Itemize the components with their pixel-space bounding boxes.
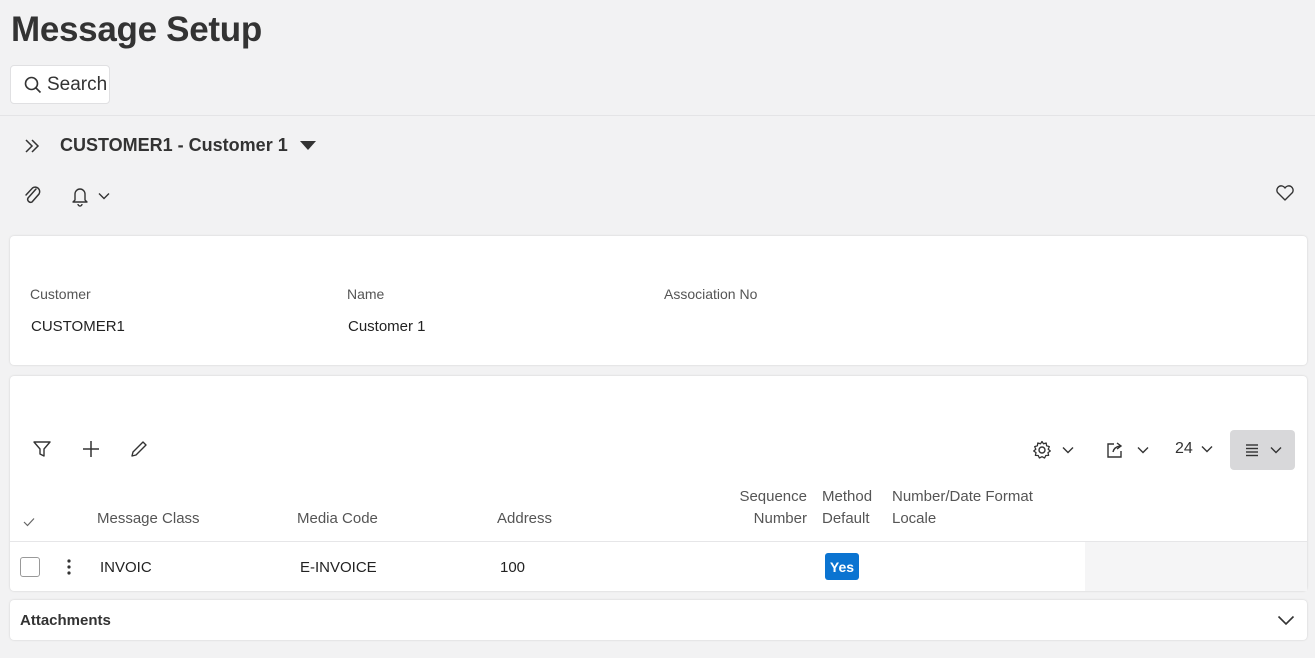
customer-label: Customer — [30, 286, 91, 302]
column-header-method-line2: Default — [822, 510, 870, 527]
select-all-check-icon[interactable] — [23, 517, 35, 527]
gear-icon — [1032, 440, 1052, 460]
page-title: Message Setup — [11, 10, 262, 49]
association-no-label: Association No — [664, 286, 758, 302]
column-header-sequence-number[interactable]: Sequence Number — [739, 486, 807, 530]
attachments-panel[interactable]: Attachments — [10, 600, 1307, 640]
column-header-media-code[interactable]: Media Code — [297, 508, 378, 530]
column-header-method-default[interactable]: Method Default — [822, 486, 872, 530]
edit-pencil-icon[interactable] — [128, 438, 150, 460]
column-header-sequence-line1: Sequence — [739, 488, 807, 505]
column-header-message-class[interactable]: Message Class — [97, 508, 200, 530]
name-label: Name — [347, 286, 385, 302]
chevron-down-icon — [1062, 446, 1074, 454]
chevron-down-icon — [1137, 446, 1149, 454]
search-button-label: Search — [47, 73, 108, 95]
attachments-title: Attachments — [20, 611, 111, 629]
column-header-locale-line2: Locale — [892, 510, 937, 527]
expand-navigator-icon[interactable] — [23, 136, 41, 156]
caret-down-icon — [299, 141, 316, 150]
record-title: CUSTOMER1 - Customer 1 — [60, 135, 288, 155]
customer-header-card — [10, 236, 1307, 365]
method-default-badge: Yes — [825, 553, 859, 580]
attachment-icon[interactable] — [23, 185, 43, 207]
bell-icon — [70, 185, 90, 207]
column-header-method-line1: Method — [822, 488, 873, 505]
page-size-value: 24 — [1175, 440, 1193, 457]
notification-menu[interactable] — [70, 185, 110, 207]
chevron-down-icon[interactable] — [1277, 615, 1295, 626]
column-header-sequence-line2: Number — [753, 510, 807, 527]
page-size-select[interactable]: 24 — [1175, 440, 1213, 458]
list-view-icon — [1244, 442, 1260, 458]
customer-value: CUSTOMER1 — [31, 318, 125, 335]
cell-message-class: INVOIC — [100, 559, 152, 576]
search-button[interactable]: Search — [10, 65, 110, 104]
chevron-down-icon — [98, 192, 110, 200]
chevron-down-icon — [1201, 445, 1213, 453]
view-mode-button[interactable] — [1230, 430, 1295, 470]
column-header-locale[interactable]: Number/Date Format Locale — [892, 486, 1033, 530]
chevron-down-icon — [1270, 446, 1282, 454]
row-more-vertical-icon[interactable] — [67, 559, 71, 575]
add-icon[interactable] — [80, 438, 102, 460]
name-value: Customer 1 — [348, 318, 426, 335]
favorite-heart-icon[interactable] — [1275, 184, 1295, 202]
export-menu[interactable] — [1105, 440, 1149, 460]
cell-media-code: E-INVOICE — [300, 559, 377, 576]
row-select-checkbox[interactable] — [20, 557, 40, 577]
column-header-address[interactable]: Address — [497, 508, 552, 530]
export-icon — [1105, 440, 1125, 460]
settings-menu[interactable] — [1032, 440, 1074, 460]
grid-filler — [1085, 542, 1307, 591]
divider — [0, 115, 1315, 116]
cell-address: 100 — [500, 559, 526, 576]
filter-icon[interactable] — [31, 438, 53, 460]
column-header-locale-line1: Number/Date Format — [892, 488, 1033, 505]
search-icon — [24, 76, 42, 94]
record-selector[interactable]: CUSTOMER1 - Customer 1 — [60, 135, 316, 156]
